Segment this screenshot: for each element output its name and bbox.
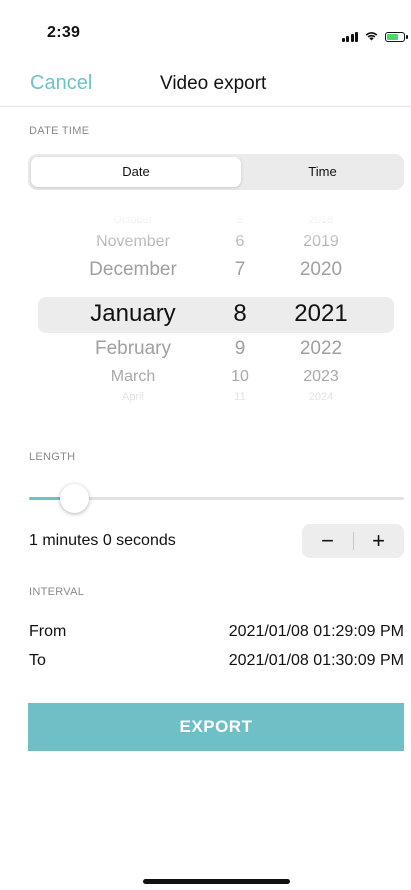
status-time: 2:39 xyxy=(47,24,81,41)
date-picker[interactable]: October November December January Februa… xyxy=(28,210,404,420)
month-option: February xyxy=(94,338,172,359)
status-icons xyxy=(341,28,408,46)
home-indicator xyxy=(143,879,290,884)
selected-day: 8 xyxy=(233,300,247,327)
slider-thumb[interactable] xyxy=(60,484,89,513)
day-option: 5 xyxy=(236,214,244,226)
year-wheel[interactable]: 2018 2019 2020 2021 2022 2023 2024 xyxy=(286,210,356,420)
length-stepper: − + xyxy=(302,524,404,558)
cancel-button[interactable]: Cancel xyxy=(30,72,92,95)
day-option: 10 xyxy=(231,368,249,385)
selected-year: 2021 xyxy=(294,300,348,327)
year-option: 2022 xyxy=(299,338,343,359)
year-option: 2020 xyxy=(299,259,343,280)
month-wheel[interactable]: October November December January Februa… xyxy=(63,210,203,420)
export-button[interactable]: EXPORT xyxy=(28,703,404,751)
month-option: November xyxy=(96,233,170,250)
nav-bar: Cancel Video export xyxy=(0,60,411,107)
day-option: 9 xyxy=(234,338,246,359)
day-option: 7 xyxy=(234,259,246,280)
decrement-button[interactable]: − xyxy=(302,524,353,558)
month-option: March xyxy=(110,368,156,385)
page-title: Video export xyxy=(160,73,267,94)
day-option: 11 xyxy=(234,391,246,403)
day-wheel[interactable]: 5 6 7 8 9 10 11 xyxy=(218,210,262,420)
to-value: 2021/01/08 01:30:09 PM xyxy=(228,652,404,669)
date-time-segmented-control: Date Time xyxy=(28,154,404,190)
length-value: 1 minutes 0 seconds xyxy=(29,532,176,549)
month-option: December xyxy=(89,259,177,280)
length-slider[interactable] xyxy=(29,484,404,514)
from-label: From xyxy=(29,623,67,640)
increment-button[interactable]: + xyxy=(353,524,404,558)
year-option: 2018 xyxy=(308,214,334,226)
from-value: 2021/01/08 01:29:09 PM xyxy=(228,623,404,640)
day-option: 6 xyxy=(235,233,245,250)
battery-charging-icon xyxy=(385,32,408,42)
cellular-signal-icon xyxy=(341,32,358,42)
month-option: October xyxy=(113,214,153,226)
length-section-label: LENGTH xyxy=(29,451,76,463)
tab-date[interactable]: Date xyxy=(31,157,241,187)
interval-section-label: INTERVAL xyxy=(29,586,85,598)
tab-time[interactable]: Time xyxy=(244,157,401,187)
year-option: 2019 xyxy=(303,233,339,250)
to-label: To xyxy=(29,652,46,669)
selected-month: January xyxy=(90,300,176,327)
date-time-section-label: DATE TIME xyxy=(29,125,90,137)
year-option: 2024 xyxy=(308,391,334,403)
app-screen: 2:39 Cancel Video export DATE TIME Date … xyxy=(0,0,411,890)
status-bar: 2:39 xyxy=(0,0,411,58)
wifi-icon xyxy=(364,28,379,46)
year-option: 2023 xyxy=(303,368,339,385)
month-option: April xyxy=(121,391,144,403)
